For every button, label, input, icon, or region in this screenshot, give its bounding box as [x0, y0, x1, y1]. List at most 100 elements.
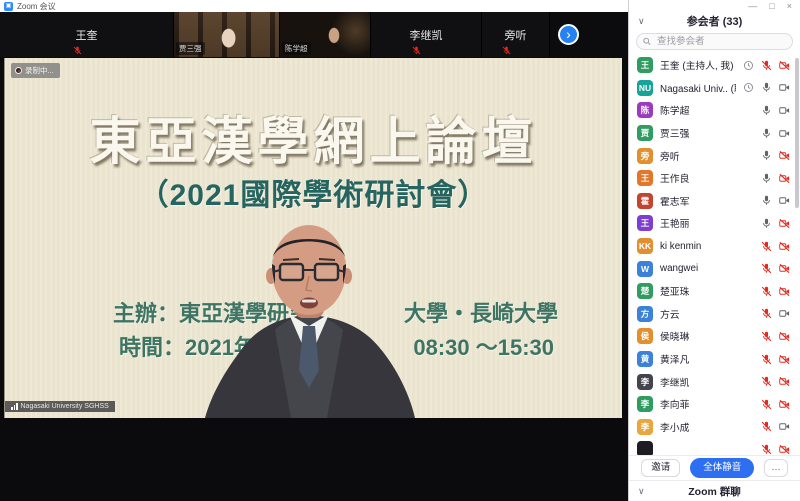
- camera-icon: [779, 195, 790, 206]
- filmstrip-tile[interactable]: 旁听: [482, 12, 550, 57]
- mic-icon: [502, 46, 511, 55]
- participant-row[interactable]: [629, 438, 800, 455]
- mic-icon: [761, 286, 772, 297]
- participants-panel: — □ × ∨ 参会者 (33) 王 王奎 (主持人, 我): [628, 0, 800, 501]
- chat-title: Zoom 群聊: [629, 484, 800, 499]
- participant-name: 李向菲: [660, 397, 689, 411]
- slide-title: 東亞漢學網上論壇: [5, 100, 622, 174]
- minimize-button[interactable]: —: [748, 2, 757, 11]
- mic-icon: [73, 46, 82, 55]
- avatar: NU: [637, 80, 653, 96]
- participant-status-icons: [761, 421, 790, 432]
- window-title: Zoom 会议: [17, 1, 56, 12]
- participant-status-icons: [761, 105, 790, 116]
- participant-row[interactable]: KK ki kenmin: [629, 235, 800, 258]
- camera-icon: [779, 150, 790, 161]
- participant-row[interactable]: 王 王艳丽: [629, 212, 800, 235]
- window-controls: — □ ×: [629, 0, 800, 12]
- mic-icon: [761, 444, 772, 455]
- participant-search: [629, 30, 800, 54]
- mic-icon: [761, 60, 772, 71]
- participant-row[interactable]: 王 王奎 (主持人, 我): [629, 54, 800, 77]
- participant-row[interactable]: 方 方云: [629, 303, 800, 326]
- search-input[interactable]: [655, 35, 786, 48]
- participant-name: 方云: [660, 307, 680, 321]
- more-options-button[interactable]: …: [764, 459, 788, 477]
- camera-icon: [779, 241, 790, 252]
- participants-footer: 邀请 全体静音 …: [629, 455, 800, 480]
- participant-status-icons: [761, 376, 790, 387]
- participant-row[interactable]: 黄 黄泽凡: [629, 348, 800, 371]
- recording-icon: [15, 67, 22, 74]
- close-button[interactable]: ×: [787, 2, 792, 11]
- chat-chevron-icon: ∨: [638, 486, 645, 497]
- zoom-app-icon: ▣: [4, 2, 13, 11]
- avatar: 旁: [637, 148, 653, 164]
- participant-status-icons: [761, 444, 790, 455]
- participant-row[interactable]: 楚 楚亚珠: [629, 280, 800, 303]
- speaker-video: [183, 218, 435, 418]
- collapse-chevron-icon[interactable]: ∨: [638, 16, 645, 27]
- participant-row[interactable]: 陈 陈学超: [629, 99, 800, 122]
- participant-row[interactable]: 旁 旁听: [629, 144, 800, 167]
- participant-row[interactable]: NU Nagasaki Univ.. (联席主持人): [629, 77, 800, 100]
- camera-icon: [779, 399, 790, 410]
- slide-subtitle: （2021國際學術研討會）: [5, 170, 622, 214]
- participant-name: 旁听: [660, 149, 680, 163]
- participant-status-icons: [761, 150, 790, 161]
- mic-icon: [761, 150, 772, 161]
- tile-name: 旁听: [482, 12, 549, 57]
- participants-title: 参会者 (33): [629, 13, 800, 29]
- chat-section-header[interactable]: ∨ Zoom 群聊: [629, 480, 800, 501]
- tile-name: 王奎: [0, 12, 173, 57]
- camera-icon: [779, 263, 790, 274]
- avatar: 李: [637, 374, 653, 390]
- maximize-button[interactable]: □: [769, 2, 774, 11]
- avatar: 王: [637, 57, 653, 73]
- avatar: 黄: [637, 351, 653, 367]
- participant-row[interactable]: 霍 霍志军: [629, 190, 800, 213]
- participant-status-icons: [743, 82, 790, 93]
- signal-bars-icon: [11, 403, 18, 410]
- avatar: 侯: [637, 328, 653, 344]
- participant-row[interactable]: 侯 侯晓琳: [629, 325, 800, 348]
- mute-all-button[interactable]: 全体静音: [690, 458, 754, 478]
- participant-status-icons: [761, 263, 790, 274]
- camera-icon: [779, 286, 790, 297]
- participant-name: 霍志军: [660, 194, 689, 208]
- participant-row[interactable]: 李 李小成: [629, 416, 800, 439]
- filmstrip-tile[interactable]: 贾三强: [174, 12, 280, 57]
- zoom-meeting-window: ▣ Zoom 会议 王奎 贾三强 陈学超 李继凯 旁听 › 東亞漢學網上論壇 （…: [0, 0, 800, 501]
- participant-status-icons: [761, 354, 790, 365]
- participant-name: 王艳丽: [660, 216, 689, 230]
- tile-name: 贾三强: [176, 42, 205, 55]
- filmstrip-next-button[interactable]: ›: [558, 24, 579, 45]
- participant-row[interactable]: 李 李继凯: [629, 370, 800, 393]
- mic-icon: [761, 399, 772, 410]
- participant-row[interactable]: 李 李向菲: [629, 393, 800, 416]
- scrollbar[interactable]: [795, 58, 799, 208]
- filmstrip-tile[interactable]: 陈学超: [280, 12, 371, 57]
- filmstrip-tile[interactable]: 李继凯: [371, 12, 482, 57]
- invite-button[interactable]: 邀请: [641, 459, 680, 477]
- participant-row[interactable]: 王 王作良: [629, 167, 800, 190]
- camera-icon: [779, 105, 790, 116]
- search-box[interactable]: [636, 33, 793, 50]
- video-filmstrip: 王奎 贾三强 陈学超 李继凯 旁听 ›: [0, 12, 628, 57]
- camera-icon: [779, 82, 790, 93]
- camera-icon: [779, 173, 790, 184]
- avatar: 楚: [637, 283, 653, 299]
- camera-icon: [779, 354, 790, 365]
- speaker-name-badge: Nagasaki University SGHSS: [5, 401, 115, 412]
- filmstrip-tile[interactable]: 王奎: [0, 12, 174, 57]
- participant-row[interactable]: W wangwei: [629, 257, 800, 280]
- participant-row[interactable]: 贾 贾三强: [629, 122, 800, 145]
- camera-icon: [779, 444, 790, 455]
- participant-status-icons: [761, 195, 790, 206]
- avatar: KK: [637, 238, 653, 254]
- participant-status-icons: [743, 60, 790, 71]
- camera-icon: [779, 376, 790, 387]
- participant-name: 侯晓琳: [660, 329, 689, 343]
- participant-status-icons: [761, 173, 790, 184]
- mic-icon: [761, 173, 772, 184]
